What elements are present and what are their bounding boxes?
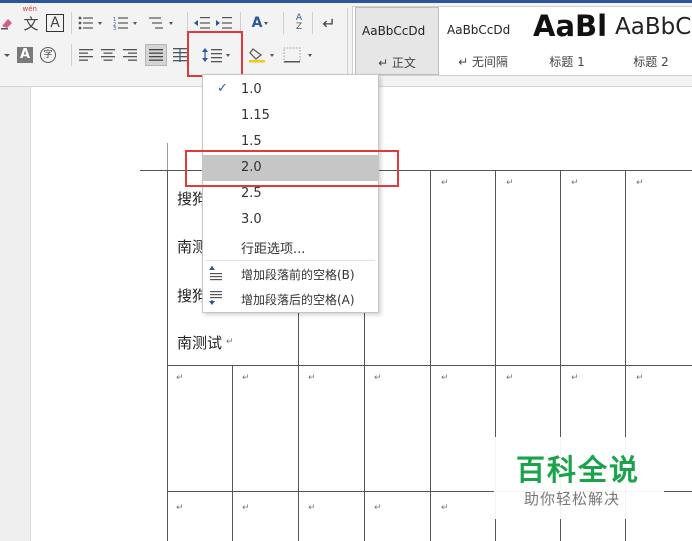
show-marks-icon[interactable]: ↵ <box>318 12 340 34</box>
line-spacing-highlight <box>187 31 243 77</box>
style-normal[interactable]: AaBbCcDd ↵ 正文 <box>355 7 439 75</box>
character-border-icon[interactable]: A <box>45 12 65 34</box>
multilevel-list-icon[interactable] <box>148 12 182 34</box>
style-no-spacing[interactable]: AaBbCcDd ↵ 无间隔 <box>441 7 525 75</box>
clear-format-icon[interactable] <box>0 12 14 34</box>
add-space-before-item[interactable]: 增加段落前的空格(B) <box>203 261 378 287</box>
chevron-down-icon[interactable] <box>0 44 14 66</box>
justify-icon[interactable] <box>145 44 167 66</box>
option-label: 1.0 <box>241 82 262 97</box>
space-after-icon <box>209 291 222 305</box>
table-border-col <box>298 311 299 541</box>
borders-icon[interactable] <box>282 44 318 66</box>
align-right-icon[interactable] <box>121 44 139 66</box>
option-highlight <box>185 150 399 187</box>
style-name: ↵ 正文 <box>378 56 416 70</box>
enclose-character-icon[interactable]: 字 <box>38 44 58 66</box>
option-label: 1.5 <box>241 134 262 149</box>
style-sample: AaBl <box>533 9 607 43</box>
ribbon-separator <box>71 12 72 34</box>
enclose-glyph: 字 <box>40 47 56 63</box>
line-spacing-options-link[interactable]: 行距选项... <box>203 233 378 259</box>
style-sample: AaBbC <box>615 14 692 40</box>
style-heading-1[interactable]: AaBl 标题 1 <box>527 7 607 75</box>
cell-mark: ↵ <box>176 503 184 513</box>
style-name: 标题 2 <box>633 55 669 69</box>
option-label: 行距选项... <box>241 242 306 257</box>
cell-mark: ↵ <box>506 373 514 383</box>
check-icon: ✓ <box>217 81 228 96</box>
align-left-icon[interactable] <box>77 44 95 66</box>
cell-mark: ↵ <box>176 373 184 383</box>
watermark-title: 百科全说 <box>516 453 641 487</box>
bullets-icon[interactable] <box>77 12 111 34</box>
style-sample: AaBbCcDd <box>362 24 426 38</box>
ribbon-separator <box>283 12 284 34</box>
line-spacing-menu: ✓ 1.0 1.15 1.5 2.0 2.5 3.0 行距选项... 增加段落前… <box>202 74 379 313</box>
styles-gallery[interactable]: AaBbCcDd ↵ 正文 AaBbCcDd ↵ 无间隔 AaBl 标题 1 A… <box>352 6 692 76</box>
sort-glyph-z: Z <box>295 22 303 32</box>
option-label: 3.0 <box>241 212 262 227</box>
cell-mark: ↵ <box>636 178 644 188</box>
watermark-logo: 百科全说 助你轻松解决 <box>494 437 664 519</box>
character-shading-glyph: A <box>16 47 34 63</box>
phonetic-guide-icon[interactable]: wén 文 <box>20 5 42 34</box>
option-label: 增加段落后的空格(A) <box>241 293 355 307</box>
cell-mark: ↵ <box>374 373 382 383</box>
cell-mark: ↵ <box>374 503 382 513</box>
ribbon-top-accent <box>0 0 692 3</box>
table-border-col <box>364 311 365 541</box>
character-shading-icon[interactable]: A <box>14 44 36 66</box>
cell-mark: ↵ <box>308 503 316 513</box>
cell-mark: ↵ <box>242 503 250 513</box>
cell-mark: ↵ <box>308 373 316 383</box>
style-name: 标题 1 <box>549 55 585 69</box>
ribbon-separator <box>312 12 313 34</box>
cell-mark: ↵ <box>441 178 449 188</box>
option-label: 1.15 <box>241 108 270 123</box>
style-sample: AaBbCcDd <box>447 23 511 37</box>
ribbon-group-separator <box>347 8 348 78</box>
sort-icon[interactable]: A Z <box>290 12 308 34</box>
character-border-glyph: A <box>46 14 64 32</box>
cell-mark: ↵ <box>242 373 250 383</box>
style-heading-2[interactable]: AaBbC 标题 2 <box>609 7 692 75</box>
paragraph-mark: ↵ <box>226 337 234 347</box>
add-space-after-item[interactable]: 增加段落后的空格(A) <box>203 286 378 312</box>
document-margin <box>0 87 31 541</box>
option-label: 增加段落前的空格(B) <box>241 268 355 282</box>
cell-mark: ↵ <box>506 178 514 188</box>
ribbon-separator <box>71 44 72 66</box>
line-spacing-option-1-15[interactable]: 1.15 <box>203 103 378 129</box>
svg-text:3: 3 <box>113 26 116 30</box>
table-border-col <box>167 170 168 541</box>
table-border-col <box>430 170 431 541</box>
line-spacing-option-1-0[interactable]: ✓ 1.0 <box>203 77 378 103</box>
align-center-icon[interactable] <box>99 44 117 66</box>
numbering-icon[interactable]: 123 <box>112 12 146 34</box>
line-spacing-option-3-0[interactable]: 3.0 <box>203 207 378 233</box>
chinese-layout-glyph: A <box>251 15 263 31</box>
return-mark-glyph: ↵ <box>322 13 336 33</box>
table-border-col <box>232 365 233 541</box>
option-label: 2.5 <box>241 186 262 201</box>
shading-icon[interactable] <box>248 44 278 66</box>
cell-text[interactable]: 南测试 <box>177 332 222 353</box>
space-before-icon <box>209 266 222 281</box>
cell-mark: ↵ <box>441 373 449 383</box>
cell-mark: ↵ <box>636 373 644 383</box>
chinese-layout-icon[interactable]: A <box>246 12 278 34</box>
watermark-subtitle: 助你轻松解决 <box>524 490 621 508</box>
corner-mark <box>167 143 168 170</box>
phonetic-glyph-small: wén <box>22 4 37 13</box>
cell-mark: ↵ <box>571 373 579 383</box>
cell-mark: ↵ <box>571 178 579 188</box>
style-name: ↵ 无间隔 <box>458 55 508 69</box>
cell-mark: ↵ <box>441 503 449 513</box>
phonetic-glyph: 文 <box>23 14 39 33</box>
